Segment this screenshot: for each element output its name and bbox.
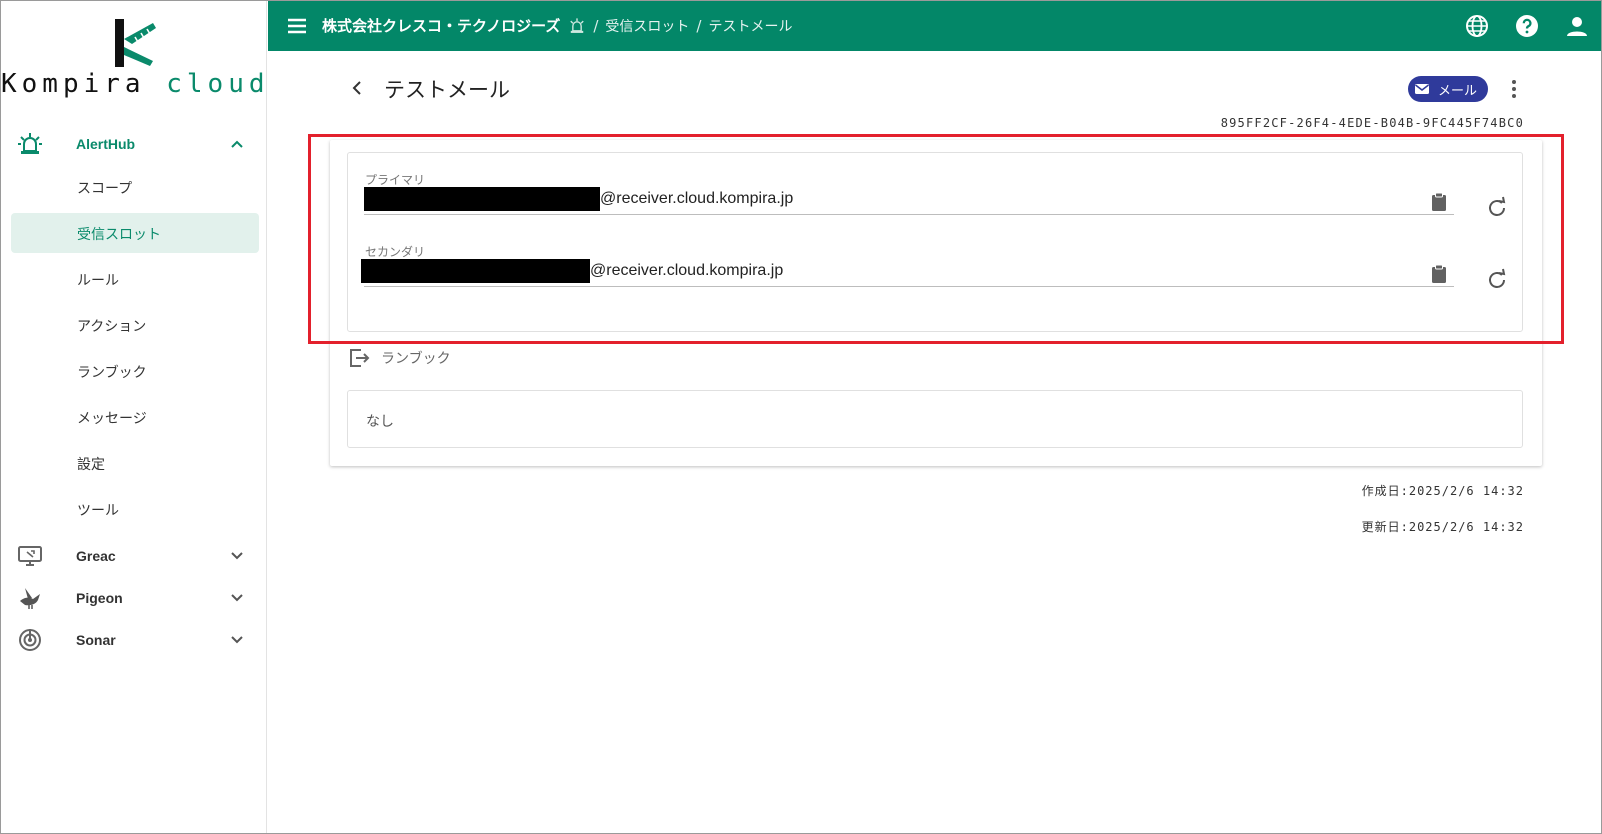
- sidebar-item-label: ランブック: [77, 365, 147, 381]
- more-vert-icon[interactable]: [1504, 78, 1524, 100]
- help-icon[interactable]: [1515, 14, 1539, 38]
- sidebar: Kompira cloud AlertHub スコープ 受信スロット ルール ア…: [1, 1, 267, 833]
- chevron-up-icon: [231, 140, 243, 148]
- sidebar-item-label: ツール: [77, 503, 119, 519]
- sidebar-item-label: ルール: [77, 273, 119, 289]
- sidebar-item-scope[interactable]: スコープ: [11, 167, 259, 207]
- chevron-down-icon: [231, 552, 243, 560]
- updated-date: 更新日:2025/2/6 14:32: [1361, 520, 1524, 534]
- runbook-heading: ランブック: [381, 351, 451, 367]
- pigeon-icon: [20, 588, 40, 609]
- field-label: セカンダリ: [365, 245, 426, 259]
- mail-icon: [1415, 84, 1429, 94]
- sidebar-group-label: Sonar: [76, 632, 116, 648]
- exit-to-app-icon: [350, 349, 370, 367]
- page-title: テストメール: [384, 78, 510, 102]
- created-date: 作成日:2025/2/6 14:32: [1361, 484, 1524, 498]
- sidebar-group-label: Greac: [76, 548, 116, 564]
- breadcrumb-separator: /: [696, 16, 702, 35]
- sidebar-group-label: AlertHub: [76, 136, 136, 152]
- breadcrumb-separator: /: [593, 16, 599, 35]
- sidebar-group-alerthub[interactable]: AlertHub: [1, 124, 267, 164]
- monitor-icon: [18, 546, 42, 566]
- sidebar-group-greac[interactable]: Greac: [1, 536, 267, 576]
- type-chip-label: メール: [1438, 83, 1478, 99]
- secondary-address-field: セカンダリ @receiver.cloud.kompira.jp: [361, 235, 1464, 291]
- clipboard-icon[interactable]: [1428, 263, 1450, 285]
- top-app-bar: 株式会社クレスコ・テクノロジーズ / 受信スロット / テストメール: [268, 1, 1601, 51]
- siren-icon[interactable]: [568, 17, 586, 35]
- hamburger-menu-icon[interactable]: [284, 13, 310, 39]
- primary-address-field: プライマリ @receiver.cloud.kompira.jp: [364, 163, 1464, 219]
- siren-icon: [18, 133, 42, 154]
- field-underline: [364, 214, 1454, 215]
- sidebar-item-runbook[interactable]: ランブック: [11, 351, 259, 391]
- address-box: プライマリ @receiver.cloud.kompira.jp セカンダリ @…: [347, 152, 1523, 332]
- sidebar-item-label: スコープ: [77, 181, 133, 197]
- clipboard-icon[interactable]: [1428, 191, 1450, 213]
- breadcrumb-receive-slot[interactable]: 受信スロット: [605, 16, 689, 36]
- field-underline: [364, 286, 1454, 287]
- runbook-section-heading: ランブック: [347, 346, 451, 370]
- runbook-box: なし: [347, 390, 1523, 448]
- account-icon[interactable]: [1565, 14, 1589, 38]
- sidebar-item-tools[interactable]: ツール: [11, 489, 259, 529]
- chevron-down-icon: [231, 636, 243, 644]
- logo: Kompira cloud: [1, 1, 267, 121]
- regenerate-icon[interactable]: [1484, 267, 1510, 293]
- logo-wordmark: Kompira cloud: [1, 69, 267, 99]
- address-domain: @receiver.cloud.kompira.jp: [600, 190, 794, 207]
- radar-icon: [19, 629, 41, 651]
- slot-uuid: 895FF2CF-26F4-4EDE-B04B-9FC445F74BC0: [1220, 116, 1524, 130]
- sidebar-item-receive-slot[interactable]: 受信スロット: [11, 213, 259, 253]
- sidebar-item-action[interactable]: アクション: [11, 305, 259, 345]
- back-arrow-icon[interactable]: [348, 78, 368, 98]
- globe-icon[interactable]: [1465, 14, 1489, 38]
- sidebar-group-label: Pigeon: [76, 590, 123, 606]
- address-domain: @receiver.cloud.kompira.jp: [590, 262, 784, 279]
- breadcrumb-current: テストメール: [708, 18, 793, 35]
- sidebar-group-pigeon[interactable]: Pigeon: [1, 578, 267, 618]
- secondary-address-value[interactable]: @receiver.cloud.kompira.jp: [361, 259, 1451, 283]
- breadcrumb: 株式会社クレスコ・テクノロジーズ / 受信スロット / テストメール: [322, 15, 792, 36]
- sidebar-item-rule[interactable]: ルール: [11, 259, 259, 299]
- runbook-value: なし: [366, 414, 394, 430]
- field-label: プライマリ: [365, 173, 426, 187]
- sidebar-item-label: メッセージ: [77, 411, 147, 427]
- logo-word-sub: cloud: [166, 69, 270, 99]
- redacted-block: [364, 187, 600, 211]
- chevron-down-icon: [231, 594, 243, 602]
- redacted-block: [361, 259, 590, 283]
- sidebar-item-label: 受信スロット: [77, 227, 161, 243]
- sidebar-group-sonar[interactable]: Sonar: [1, 620, 267, 660]
- sidebar-item-label: 設定: [77, 457, 105, 473]
- slot-detail-card: プライマリ @receiver.cloud.kompira.jp セカンダリ @…: [330, 140, 1542, 466]
- sidebar-item-message[interactable]: メッセージ: [11, 397, 259, 437]
- type-chip-mail[interactable]: メール: [1408, 76, 1488, 102]
- regenerate-icon[interactable]: [1484, 195, 1510, 221]
- primary-address-value[interactable]: @receiver.cloud.kompira.jp: [364, 187, 1454, 211]
- crocodile-logo-icon: [115, 19, 156, 67]
- sidebar-item-settings[interactable]: 設定: [11, 443, 259, 483]
- sidebar-item-label: アクション: [77, 319, 147, 335]
- breadcrumb-org[interactable]: 株式会社クレスコ・テクノロジーズ: [322, 15, 560, 36]
- logo-word-main: Kompira: [1, 69, 146, 99]
